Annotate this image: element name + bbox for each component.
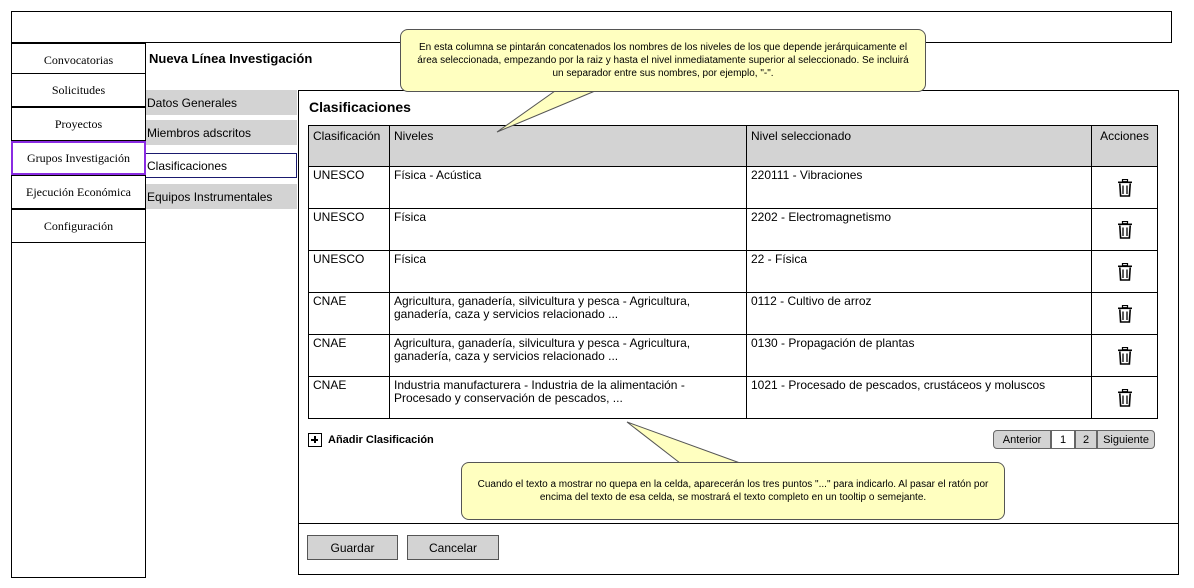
cell-clasificacion: CNAE [308,335,390,377]
cell-nivel-seleccionado: 22 - Física [747,251,1092,293]
cell-nivel-seleccionado: 220111 - Vibraciones [747,167,1092,209]
pager-next-button[interactable]: Siguiente [1097,430,1155,449]
cell-niveles: Agricultura, ganadería, silvicultura y p… [390,293,747,335]
trash-icon [1117,220,1133,239]
cell-clasificacion: UNESCO [308,209,390,251]
delete-row-button[interactable] [1092,251,1158,293]
pager-prev-button[interactable]: Anterior [993,430,1051,449]
cell-niveles: Agricultura, ganadería, silvicultura y p… [390,335,747,377]
tab-equipos-instrumentales[interactable]: Equipos Instrumentales [146,184,297,209]
menu-item-grupos-investigacion[interactable]: Grupos Investigación [11,141,146,175]
add-classification-button[interactable]: Añadir Clasificación [308,432,434,448]
header-niveles: Niveles [390,125,747,167]
trash-icon [1117,304,1133,323]
trash-icon [1117,262,1133,281]
menu-item-proyectos[interactable]: Proyectos [11,107,146,141]
cell-clasificacion: UNESCO [308,167,390,209]
header-clasificacion: Clasificación [308,125,390,167]
cell-nivel-seleccionado: 1021 - Procesado de pescados, crustáceos… [747,377,1092,419]
menu-item-convocatorias[interactable]: Convocatorias [11,43,146,77]
pager-page-2[interactable]: 2 [1075,430,1097,449]
trash-icon [1117,178,1133,197]
plus-square-icon [308,433,322,447]
cell-niveles: Física - Acústica [390,167,747,209]
tab-clasificaciones[interactable]: Clasificaciones [146,153,297,178]
cell-niveles: Industria manufacturera - Industria de l… [390,377,747,419]
menu-item-configuracion[interactable]: Configuración [11,209,146,243]
cell-clasificacion: CNAE [308,293,390,335]
cell-clasificacion: UNESCO [308,251,390,293]
add-classification-label: Añadir Clasificación [328,434,434,446]
cell-nivel-seleccionado: 2202 - Electromagnetismo [747,209,1092,251]
header-acciones: Acciones [1092,125,1158,167]
delete-row-button[interactable] [1092,335,1158,377]
note-top: En esta columna se pintarán concatenados… [400,29,926,92]
cell-nivel-seleccionado: 0130 - Propagación de plantas [747,335,1092,377]
cancel-button[interactable]: Cancelar [407,535,499,560]
delete-row-button[interactable] [1092,209,1158,251]
note-bottom: Cuando el texto a mostrar no quepa en la… [461,462,1005,520]
delete-row-button[interactable] [1092,293,1158,335]
pager-page-1[interactable]: 1 [1051,430,1075,449]
delete-row-button[interactable] [1092,377,1158,419]
cell-niveles: Física [390,209,747,251]
tab-miembros-adscritos[interactable]: Miembros adscritos [146,120,297,145]
menu-item-solicitudes[interactable]: Solicitudes [11,73,146,107]
header-nivel-seleccionado: Nivel seleccionado [747,125,1092,167]
tab-datos-generales[interactable]: Datos Generales [146,90,297,115]
delete-row-button[interactable] [1092,167,1158,209]
cell-niveles: Física [390,251,747,293]
save-button[interactable]: Guardar [307,535,398,560]
section-title: Clasificaciones [309,99,411,115]
menu-item-ejecucion-economica[interactable]: Ejecución Económica [11,175,146,209]
cell-clasificacion: CNAE [308,377,390,419]
trash-icon [1117,388,1133,407]
pagination: Anterior 1 2 Siguiente [993,430,1155,449]
page-title: Nueva Línea Investigación [149,51,313,66]
cell-nivel-seleccionado: 0112 - Cultivo de arroz [747,293,1092,335]
trash-icon [1117,346,1133,365]
